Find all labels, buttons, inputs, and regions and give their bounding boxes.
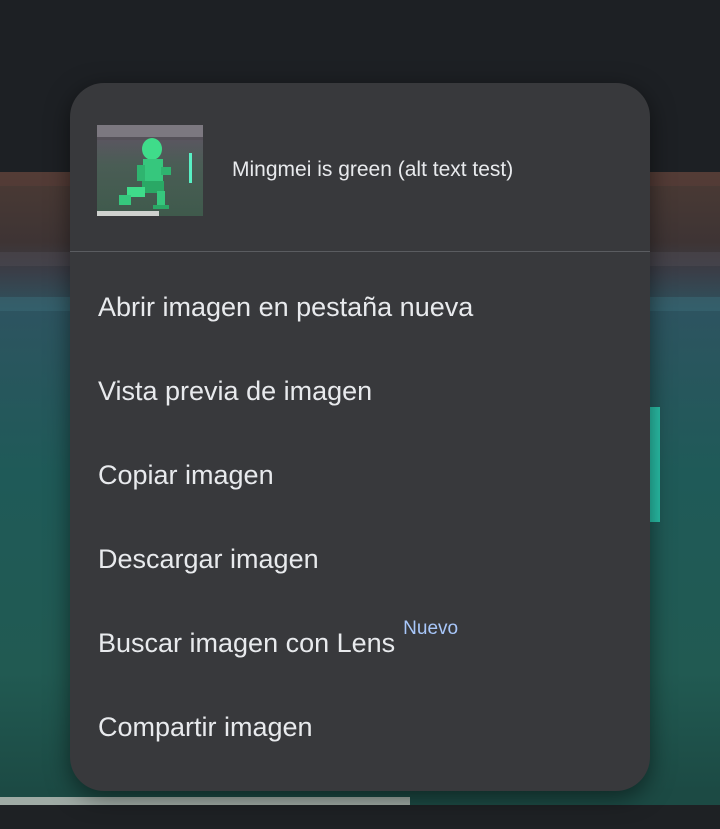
menu-divider — [70, 251, 650, 252]
menu-item-label: Abrir imagen en pestaña nueva — [98, 291, 474, 322]
menu-item-label: Vista previa de imagen — [98, 375, 373, 406]
menu-header: Mingmei is green (alt text test) — [70, 83, 650, 251]
image-context-menu: Mingmei is green (alt text test) Abrir i… — [70, 83, 650, 791]
menu-item-preview-image[interactable]: Vista previa de imagen — [70, 349, 650, 433]
menu-item-open-in-new-tab[interactable]: Abrir imagen en pestaña nueva — [70, 265, 650, 349]
menu-item-share-image[interactable]: Compartir imagen — [70, 685, 650, 769]
menu-item-search-with-lens[interactable]: Buscar imagen con Lens Nuevo — [70, 601, 650, 685]
menu-item-label: Descargar imagen — [98, 543, 319, 574]
menu-item-label: Copiar imagen — [98, 459, 274, 490]
image-thumbnail — [97, 125, 203, 216]
menu-item-label: Buscar imagen con Lens — [98, 627, 396, 658]
new-badge: Nuevo — [403, 618, 459, 639]
bottom-bar — [0, 805, 720, 829]
menu-item-copy-image[interactable]: Copiar imagen — [70, 433, 650, 517]
thumbnail-sprite-icon — [97, 125, 203, 216]
menu-items: Abrir imagen en pestaña nueva Vista prev… — [70, 265, 650, 769]
menu-item-label: Compartir imagen — [98, 711, 313, 742]
menu-item-download-image[interactable]: Descargar imagen — [70, 517, 650, 601]
image-alt-text: Mingmei is green (alt text test) — [232, 158, 514, 181]
